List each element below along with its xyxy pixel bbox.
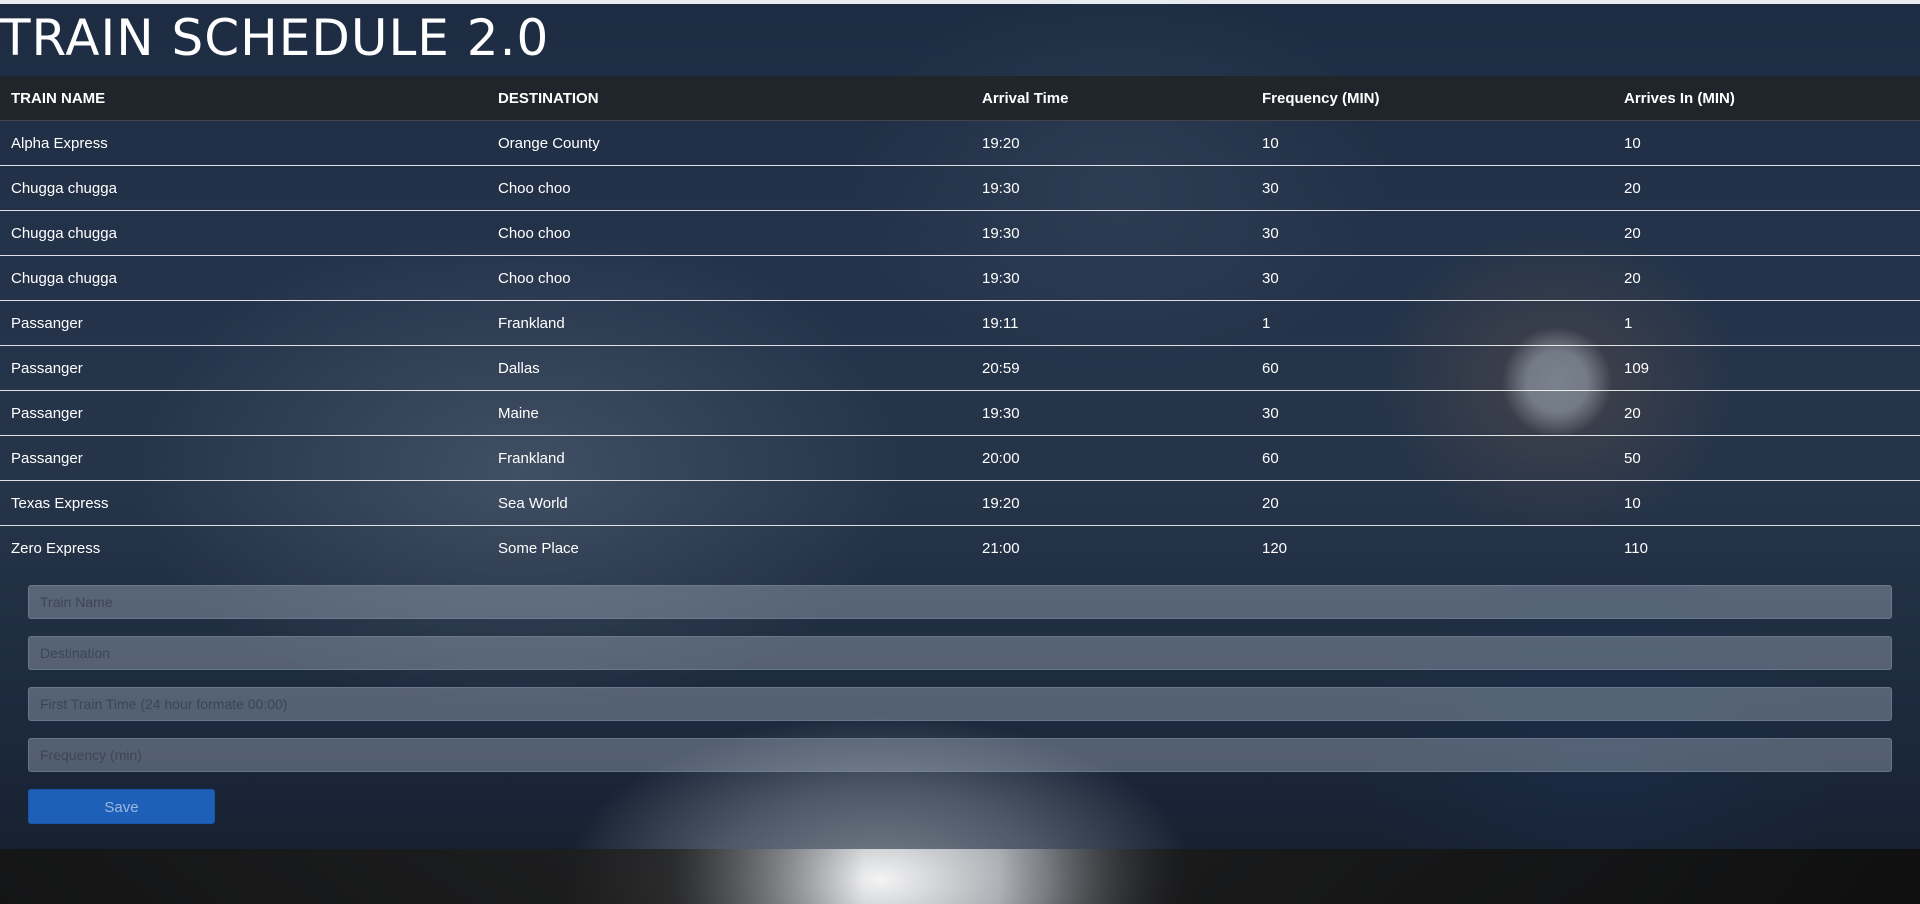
- column-header-arrival-time: Arrival Time: [971, 76, 1251, 121]
- cell-arrival-time: 19:30: [971, 165, 1251, 211]
- cell-arrives-in: 20: [1613, 390, 1920, 436]
- table-row: Chugga chugga Choo choo 19:30 30 20: [0, 255, 1920, 301]
- cell-arrives-in: 109: [1613, 345, 1920, 391]
- cell-arrival-time: 19:20: [971, 480, 1251, 526]
- column-header-train-name: TRAIN NAME: [0, 76, 487, 121]
- cell-destination: Frankland: [487, 435, 971, 481]
- table-row: Chugga chugga Choo choo 19:30 30 20: [0, 210, 1920, 256]
- cell-arrival-time: 19:11: [971, 300, 1251, 346]
- cell-arrival-time: 19:30: [971, 210, 1251, 256]
- cell-destination: Dallas: [487, 345, 971, 391]
- cell-arrival-time: 20:00: [971, 435, 1251, 481]
- cell-frequency: 30: [1251, 255, 1613, 301]
- cell-destination: Some Place: [487, 525, 971, 570]
- top-border: [0, 0, 1920, 4]
- cell-frequency: 120: [1251, 525, 1613, 570]
- cell-destination: Maine: [487, 390, 971, 436]
- cell-arrives-in: 20: [1613, 165, 1920, 211]
- cell-arrival-time: 21:00: [971, 525, 1251, 570]
- table-row: Passanger Maine 19:30 30 20: [0, 390, 1920, 436]
- table-body: Alpha Express Orange County 19:20 10 10 …: [0, 121, 1920, 570]
- first-train-time-input[interactable]: [28, 687, 1892, 721]
- table-header-row: TRAIN NAME DESTINATION Arrival Time Freq…: [0, 76, 1920, 121]
- cell-frequency: 1: [1251, 300, 1613, 346]
- cell-arrives-in: 110: [1613, 525, 1920, 570]
- page-title: TRAIN SCHEDULE 2.0: [0, 9, 550, 67]
- cell-frequency: 60: [1251, 435, 1613, 481]
- cell-destination: Choo choo: [487, 255, 971, 301]
- cell-frequency: 30: [1251, 165, 1613, 211]
- cell-train-name: Chugga chugga: [0, 210, 487, 256]
- cell-destination: Choo choo: [487, 165, 971, 211]
- cell-frequency: 60: [1251, 345, 1613, 391]
- cell-arrival-time: 19:30: [971, 255, 1251, 301]
- cell-train-name: Passanger: [0, 300, 487, 346]
- cell-train-name: Passanger: [0, 390, 487, 436]
- cell-frequency: 10: [1262, 134, 1279, 152]
- add-train-form: Save: [28, 585, 1892, 824]
- cell-train-name: Chugga chugga: [0, 165, 487, 211]
- cell-arrives-in: 50: [1613, 435, 1920, 481]
- cell-arrival-time: 20:59: [971, 345, 1251, 391]
- cell-arrives-in: 10: [1624, 134, 1641, 152]
- cell-train-name: Zero Express: [0, 525, 487, 570]
- cell-frequency: 30: [1251, 210, 1613, 256]
- table-row: Passanger Frankland 19:11 1 1: [0, 300, 1920, 346]
- train-schedule-table: TRAIN NAME DESTINATION Arrival Time Freq…: [0, 76, 1920, 570]
- table-row: Alpha Express Orange County 19:20 10 10: [0, 121, 1920, 166]
- table-row: Zero Express Some Place 21:00 120 110: [0, 525, 1920, 570]
- destination-input[interactable]: [28, 636, 1892, 670]
- column-header-frequency: Frequency (MIN): [1251, 76, 1613, 121]
- cell-destination: Sea World: [487, 480, 971, 526]
- cell-arrives-in: 1: [1613, 300, 1920, 346]
- column-header-arrives-in: Arrives In (MIN): [1613, 76, 1920, 121]
- background-bottom: [0, 849, 1920, 904]
- cell-arrives-in: 20: [1613, 255, 1920, 301]
- table-row: Passanger Dallas 20:59 60 109: [0, 345, 1920, 391]
- cell-destination: Frankland: [487, 300, 971, 346]
- train-name-input[interactable]: [28, 585, 1892, 619]
- table-row: Texas Express Sea World 19:20 20 10: [0, 480, 1920, 526]
- cell-destination: Orange County: [498, 134, 600, 152]
- cell-train-name: Passanger: [0, 435, 487, 481]
- cell-arrives-in: 20: [1613, 210, 1920, 256]
- cell-arrives-in: 10: [1613, 480, 1920, 526]
- table-row: Passanger Frankland 20:00 60 50: [0, 435, 1920, 481]
- cell-train-name: Chugga chugga: [0, 255, 487, 301]
- cell-train-name: Texas Express: [0, 480, 487, 526]
- column-header-destination: DESTINATION: [487, 76, 971, 121]
- cell-destination: Choo choo: [487, 210, 971, 256]
- cell-arrival-time: 19:30: [971, 390, 1251, 436]
- table-row: Chugga chugga Choo choo 19:30 30 20: [0, 165, 1920, 211]
- cell-frequency: 20: [1251, 480, 1613, 526]
- cell-arrival-time: 19:20: [982, 134, 1020, 152]
- save-button[interactable]: Save: [28, 789, 215, 824]
- table-header: TRAIN NAME DESTINATION Arrival Time Freq…: [0, 76, 1920, 121]
- frequency-input[interactable]: [28, 738, 1892, 772]
- cell-train-name: Passanger: [0, 345, 487, 391]
- cell-frequency: 30: [1251, 390, 1613, 436]
- cell-train-name: Alpha Express: [11, 134, 108, 152]
